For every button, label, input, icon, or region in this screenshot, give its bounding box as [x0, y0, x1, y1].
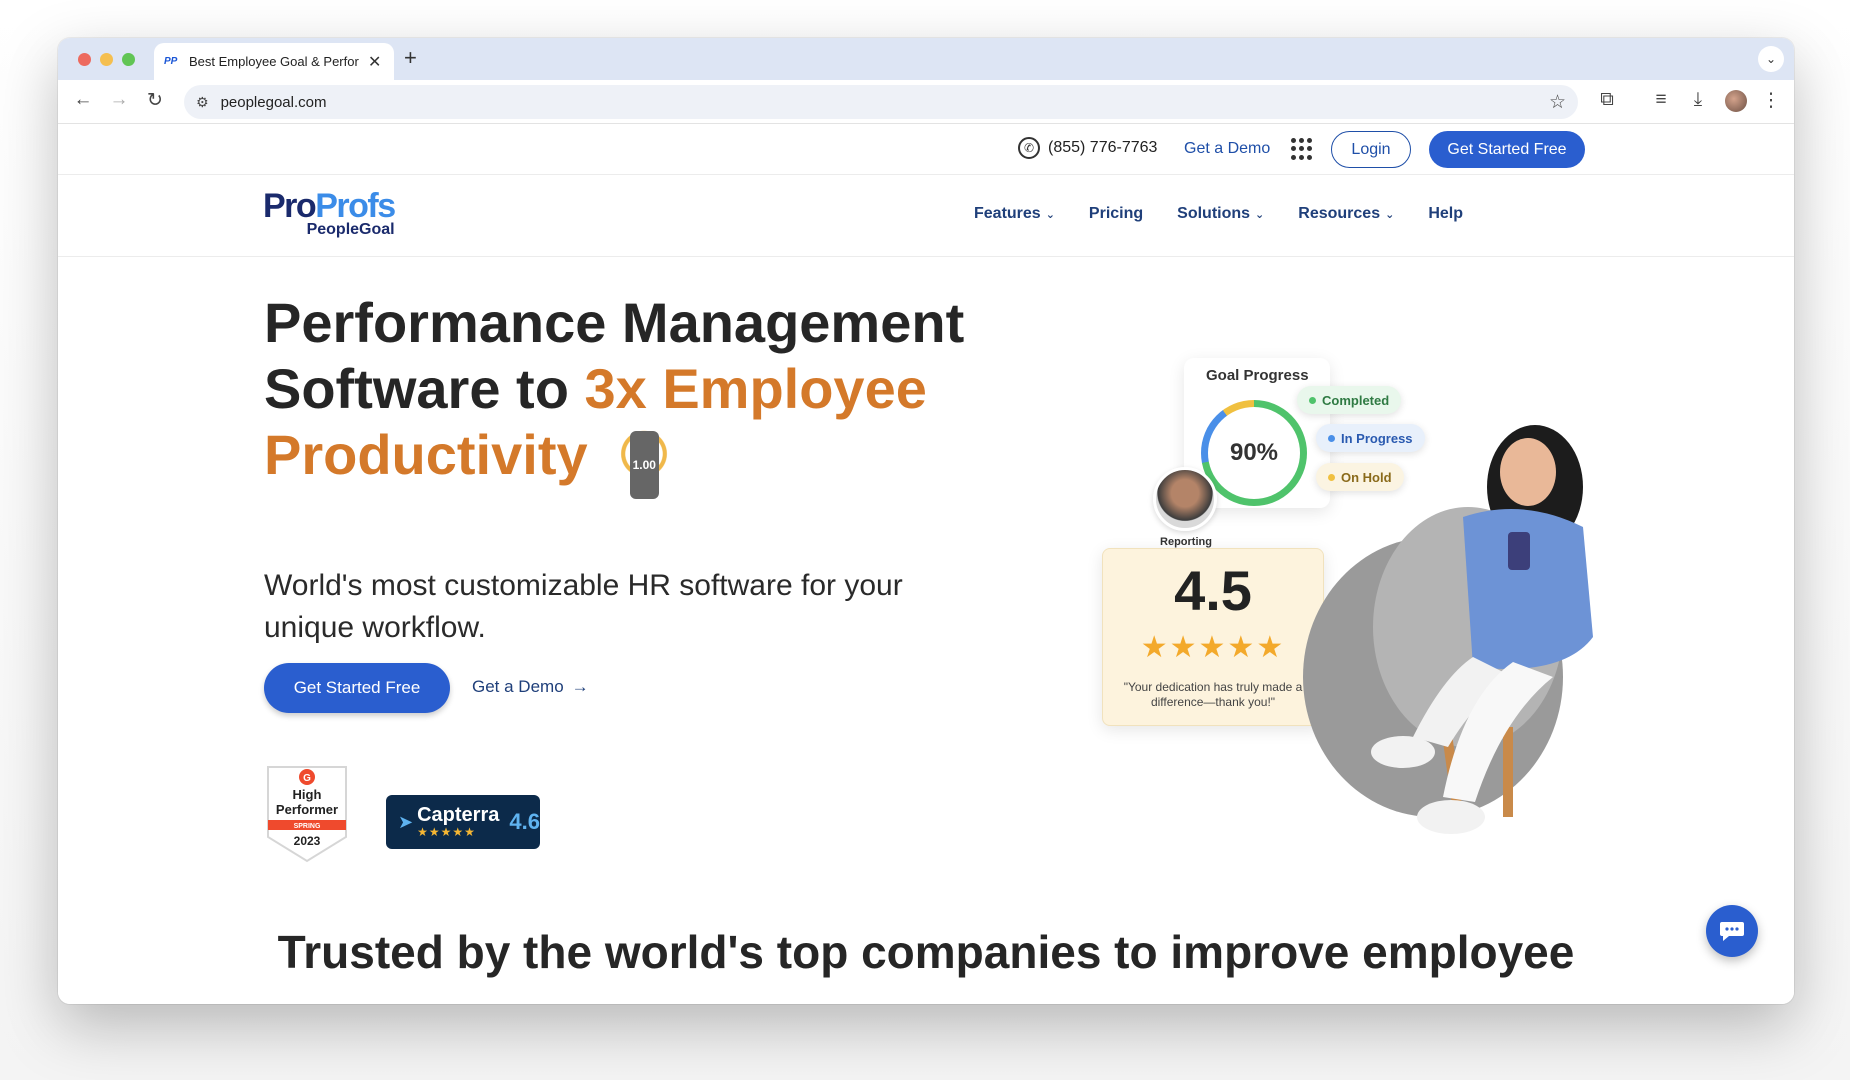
hero-title-accent: 3x Employee	[584, 357, 927, 420]
nav-pricing-label: Pricing	[1088, 205, 1144, 222]
phone-icon: ✆	[1018, 137, 1040, 159]
nav-solutions-label: Solutions	[1177, 205, 1251, 222]
browser-window: PP Best Employee Goal & Perform ✕ + ⌄ ← …	[58, 38, 1794, 1004]
maximize-window-button[interactable]	[122, 53, 135, 66]
nav-features[interactable]: Features ⌄	[974, 205, 1055, 223]
capterra-arrow-icon: ➤	[398, 811, 414, 832]
g2-year: 2023	[294, 834, 321, 848]
minimize-window-button[interactable]	[100, 53, 113, 66]
g2-season: SPRING	[294, 823, 321, 830]
address-bar[interactable]: ⚙ peoplegoal.com ☆	[184, 85, 1578, 119]
close-tab-icon[interactable]: ✕	[368, 52, 381, 72]
extensions-puzzle-icon[interactable]: ⧉	[1594, 89, 1620, 111]
capterra-stars: ★★★★★	[417, 825, 476, 839]
chat-bubble-icon	[1720, 922, 1744, 941]
nav-resources[interactable]: Resources ⌄	[1298, 205, 1394, 223]
nav-resources-label: Resources	[1298, 205, 1381, 222]
site-info-icon[interactable]: ⚙	[196, 94, 209, 111]
url-text: peoplegoal.com	[220, 93, 327, 111]
new-tab-icon[interactable]: +	[404, 45, 417, 71]
hero-title-accent-2: Productivity	[264, 423, 588, 486]
hero-subtitle: World's most customizable HR software fo…	[264, 569, 903, 644]
get-demo-link[interactable]: Get a Demo →	[472, 677, 589, 697]
capterra-rating: 4.6	[509, 809, 540, 834]
topbar-demo-link[interactable]: Get a Demo	[1184, 140, 1270, 158]
hero-title: Performance Management Software to 3x Em…	[264, 290, 984, 500]
hero-title-line1: Performance Management	[264, 291, 965, 354]
tab-strip: PP Best Employee Goal & Perform ✕ + ⌄	[58, 38, 1794, 80]
nav-pricing[interactable]: Pricing	[1089, 205, 1143, 223]
forward-arrow-icon[interactable]: →	[106, 89, 132, 111]
nav-help[interactable]: Help	[1428, 205, 1463, 223]
web-page: ✆ (855) 776-7763 Get a Demo Login Get St…	[58, 125, 1794, 1004]
tab-favicon-icon: PP	[164, 56, 178, 67]
tab-title: Best Employee Goal & Perform	[189, 54, 359, 69]
profile-avatar[interactable]	[1725, 90, 1747, 112]
chat-widget-button[interactable]	[1706, 905, 1758, 957]
active-tab[interactable]: PP Best Employee Goal & Perform ✕	[154, 43, 394, 80]
proprofs-logo[interactable]: ProProfs PeopleGoal	[263, 187, 396, 239]
reload-icon[interactable]: ↻	[142, 89, 168, 112]
bookmark-star-icon[interactable]: ☆	[1549, 91, 1566, 114]
kebab-menu-icon[interactable]: ⋮	[1758, 89, 1784, 112]
nav-help-label: Help	[1428, 205, 1463, 222]
apps-grid-icon[interactable]	[1291, 138, 1313, 160]
g2-line1: High	[293, 787, 322, 802]
arrow-right-icon: →	[571, 677, 589, 696]
g2-line2: Performer	[276, 802, 338, 817]
main-nav: ProProfs PeopleGoal Features ⌄ Pricing So…	[58, 175, 1794, 257]
capterra-name: Capterra	[417, 804, 500, 826]
login-button[interactable]: Login	[1331, 131, 1411, 168]
phone-link[interactable]: ✆ (855) 776-7763	[1018, 137, 1157, 159]
hero-title-line2: Software to	[264, 357, 585, 420]
nav-features-label: Features	[974, 205, 1041, 222]
logo-profs-text: Profs	[315, 187, 396, 225]
logo-pro-text: Pro	[263, 187, 317, 225]
get-demo-label: Get a Demo	[472, 677, 564, 696]
chevron-down-icon: ⌄	[1255, 208, 1265, 221]
smiley-face-icon	[615, 423, 672, 500]
svg-text:G: G	[303, 773, 311, 784]
back-arrow-icon[interactable]: ←	[70, 89, 96, 111]
chevron-down-icon: ⌄	[1045, 208, 1055, 221]
close-window-button[interactable]	[78, 53, 91, 66]
browser-toolbar: ← → ↻ ⚙ peoplegoal.com ☆ ⧉ ≡ ⤓ ⋮	[58, 80, 1794, 124]
get-started-hero-button[interactable]: Get Started Free	[264, 663, 450, 713]
g2-high-performer-badge: G High Performer SPRING 2023	[264, 765, 350, 865]
capterra-badge: ➤ Capterra ★★★★★ 4.6	[386, 795, 540, 849]
download-icon[interactable]: ⤓	[1685, 89, 1711, 111]
nav-menu: Features ⌄ Pricing Solutions ⌄ Resources ⌄ …	[974, 205, 1497, 223]
utility-bar: ✆ (855) 776-7763 Get a Demo Login Get St…	[58, 125, 1794, 175]
trusted-heading: Trusted by the world's top companies to …	[277, 926, 1575, 978]
woman-in-chair-illustration	[1303, 425, 1593, 834]
tab-search-chevron-icon[interactable]: ⌄	[1758, 46, 1784, 72]
window-controls	[78, 53, 135, 66]
chevron-down-icon: ⌄	[1385, 208, 1395, 221]
media-queue-icon[interactable]: ≡	[1648, 89, 1674, 111]
manager-avatar	[1153, 467, 1217, 531]
nav-solutions[interactable]: Solutions ⌄	[1177, 205, 1264, 223]
phone-number: (855) 776-7763	[1048, 139, 1158, 156]
get-started-top-button[interactable]: Get Started Free	[1429, 131, 1585, 168]
